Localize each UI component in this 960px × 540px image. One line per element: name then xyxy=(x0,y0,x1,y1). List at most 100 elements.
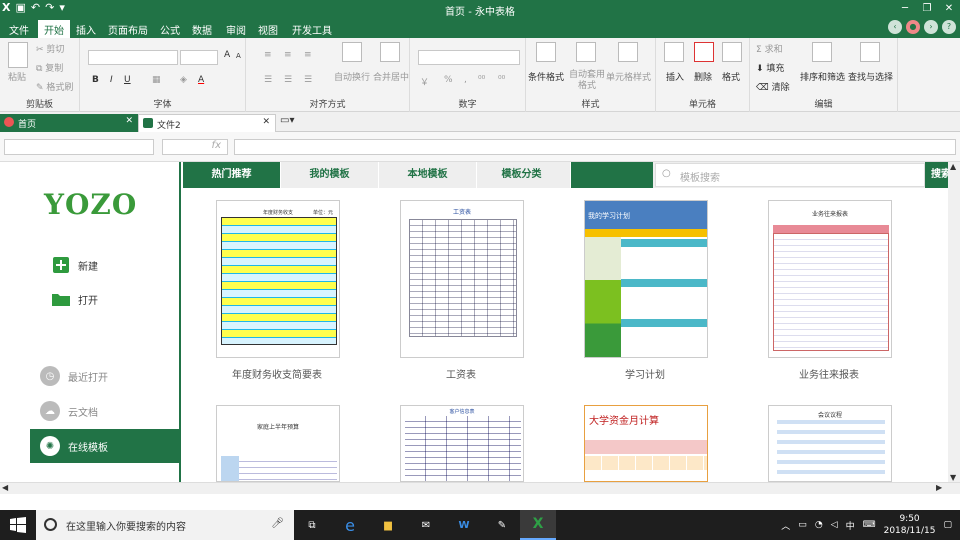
percent-button[interactable]: % xyxy=(444,75,453,85)
menu-insert[interactable]: 插入 xyxy=(76,22,96,37)
forward-icon[interactable]: › xyxy=(924,20,938,34)
scroll-down-icon[interactable]: ▼ xyxy=(950,473,956,482)
help-icon[interactable]: ? xyxy=(942,20,956,34)
currency-button[interactable]: ￥ xyxy=(420,75,429,88)
battery-icon[interactable]: ▭ xyxy=(798,520,807,530)
format-painter-button[interactable]: ✎ 格式刷 xyxy=(36,80,73,93)
recent-button[interactable]: ◷ 最近打开 xyxy=(30,359,180,393)
new-tab-icon[interactable]: ▭▾ xyxy=(280,115,294,126)
cloud-docs-button[interactable]: ☁ 云文档 xyxy=(30,394,180,428)
template-card-finance[interactable]: 年度财务收支 单位：元 xyxy=(216,200,340,358)
scroll-right-icon[interactable]: ▶ xyxy=(936,483,942,492)
font-family-select[interactable] xyxy=(88,50,178,65)
align-bottom-icon[interactable]: ≡ xyxy=(304,50,312,60)
menu-developer[interactable]: 开发工具 xyxy=(292,22,332,37)
tab-hot[interactable]: 热门推荐 xyxy=(183,162,281,188)
merge-button[interactable]: 合并居中 xyxy=(373,70,409,83)
name-box[interactable] xyxy=(4,139,154,155)
notification-icon[interactable]: ▢ xyxy=(943,520,952,530)
menu-file[interactable]: 文件 xyxy=(9,22,29,37)
menu-review[interactable]: 审阅 xyxy=(226,22,246,37)
keyboard-icon[interactable]: ⌨ xyxy=(863,520,876,530)
fill-button[interactable]: ⬇ 填充 xyxy=(756,61,784,74)
microphone-icon[interactable]: 🎤︎ xyxy=(271,518,284,529)
template-search-input[interactable]: ○ 模板搜索 xyxy=(655,163,925,187)
wrap-text-button[interactable]: 自动换行 xyxy=(334,70,370,83)
online-templates-button[interactable]: ✺ 在线模板 xyxy=(30,429,180,463)
user-icon[interactable]: ● xyxy=(906,20,920,34)
taskbar-search[interactable]: 在这里输入你要搜索的内容 🎤︎ xyxy=(36,510,294,540)
template-card-customer[interactable]: 客户信息表 xyxy=(400,405,524,482)
template-card-salary[interactable]: 工资表 xyxy=(400,200,524,358)
template-card-college-fund[interactable]: 大学资金月计算 xyxy=(584,405,708,482)
menu-view[interactable]: 视图 xyxy=(258,22,278,37)
cut-button[interactable]: ✂ 剪切 xyxy=(36,42,64,55)
fill-color-icon[interactable]: ◈ xyxy=(180,75,187,85)
font-color-icon[interactable]: A xyxy=(198,75,204,85)
new-button[interactable]: 新建 xyxy=(52,256,98,274)
menu-formula[interactable]: 公式 xyxy=(160,22,180,37)
ime-indicator[interactable]: 中 xyxy=(846,519,855,532)
tab-local-templates[interactable]: 本地模板 xyxy=(379,162,477,188)
template-card-study[interactable]: 我的学习计划 xyxy=(584,200,708,358)
delete-button[interactable]: 删除 xyxy=(694,70,712,83)
vertical-scrollbar[interactable]: ▲ ▼ xyxy=(948,162,960,482)
close-tab-icon[interactable]: ✕ xyxy=(262,117,270,127)
paste-button[interactable]: 粘贴 xyxy=(8,70,26,83)
tab-file2[interactable]: 文件2 ✕ xyxy=(138,114,276,132)
cell-style-button[interactable]: 单元格样式 xyxy=(606,70,651,83)
template-card-business[interactable]: 业务往来报表 xyxy=(768,200,892,358)
template-card-meeting[interactable]: 会议议程 xyxy=(768,405,892,482)
restore-button[interactable]: ❐ xyxy=(916,0,938,18)
close-tab-icon[interactable]: ✕ xyxy=(125,116,133,126)
decrease-decimal-icon[interactable]: ⁰⁰ xyxy=(498,75,505,85)
tab-home[interactable]: 首页 ✕ xyxy=(0,114,138,132)
align-middle-icon[interactable]: ≡ xyxy=(284,50,292,60)
writer-icon[interactable]: W xyxy=(446,510,482,540)
conditional-format-button[interactable]: 条件格式 xyxy=(528,70,564,83)
windows-start-icon[interactable] xyxy=(10,517,26,533)
yozo-sheet-icon[interactable]: X xyxy=(520,510,556,540)
tray-expand-icon[interactable]: ︿ xyxy=(781,519,790,532)
paste-icon[interactable] xyxy=(8,42,28,68)
grow-font-button[interactable]: A xyxy=(224,50,230,60)
explorer-icon[interactable]: ▆ xyxy=(370,510,406,540)
increase-decimal-icon[interactable]: ⁰⁰ xyxy=(478,75,485,85)
scroll-left-icon[interactable]: ◀ xyxy=(2,483,8,492)
align-left-icon[interactable]: ☰ xyxy=(264,75,272,85)
clear-button[interactable]: ⌫ 清除 xyxy=(756,80,790,93)
horizontal-scrollbar[interactable]: ◀ ▶ xyxy=(0,482,960,494)
align-center-icon[interactable]: ☰ xyxy=(284,75,292,85)
volume-icon[interactable]: ◁ xyxy=(831,520,838,530)
template-card-budget[interactable]: 家庭上半年预算 xyxy=(216,405,340,482)
tab-categories[interactable]: 模板分类 xyxy=(473,162,571,188)
network-icon[interactable]: ◔ xyxy=(815,520,823,530)
menu-page-layout[interactable]: 页面布局 xyxy=(108,22,148,37)
font-size-select[interactable] xyxy=(180,50,218,65)
open-button[interactable]: 打开 xyxy=(52,290,98,308)
find-select-button[interactable]: 查找与选择 xyxy=(848,70,893,83)
align-top-icon[interactable]: ≡ xyxy=(264,50,272,60)
menu-home[interactable]: 开始 xyxy=(38,20,70,38)
comma-icon[interactable]: , xyxy=(464,75,467,85)
number-format-select[interactable] xyxy=(418,50,520,65)
fx-button[interactable]: fx xyxy=(162,139,228,155)
bold-button[interactable]: B xyxy=(92,75,99,85)
underline-button[interactable]: U xyxy=(124,75,131,85)
task-view-icon[interactable]: ⧉ xyxy=(294,510,330,540)
formula-input[interactable] xyxy=(234,139,956,155)
italic-button[interactable]: I xyxy=(110,75,113,85)
insert-button[interactable]: 插入 xyxy=(666,70,684,83)
sort-filter-button[interactable]: 排序和筛选 xyxy=(800,70,845,83)
tab-my-templates[interactable]: 我的模板 xyxy=(281,162,379,188)
mail-icon[interactable]: ✉ xyxy=(408,510,444,540)
align-right-icon[interactable]: ☰ xyxy=(304,75,312,85)
close-button[interactable]: ✕ xyxy=(938,0,960,18)
shrink-font-button[interactable]: A xyxy=(236,52,241,60)
paint-icon[interactable]: ✎ xyxy=(484,510,520,540)
sum-button[interactable]: Σ 求和 xyxy=(756,42,783,55)
menu-data[interactable]: 数据 xyxy=(192,22,212,37)
back-icon[interactable]: ‹ xyxy=(888,20,902,34)
clock[interactable]: 9:50 2018/11/15 xyxy=(884,513,936,537)
copy-button[interactable]: ⧉ 复制 xyxy=(36,61,63,74)
